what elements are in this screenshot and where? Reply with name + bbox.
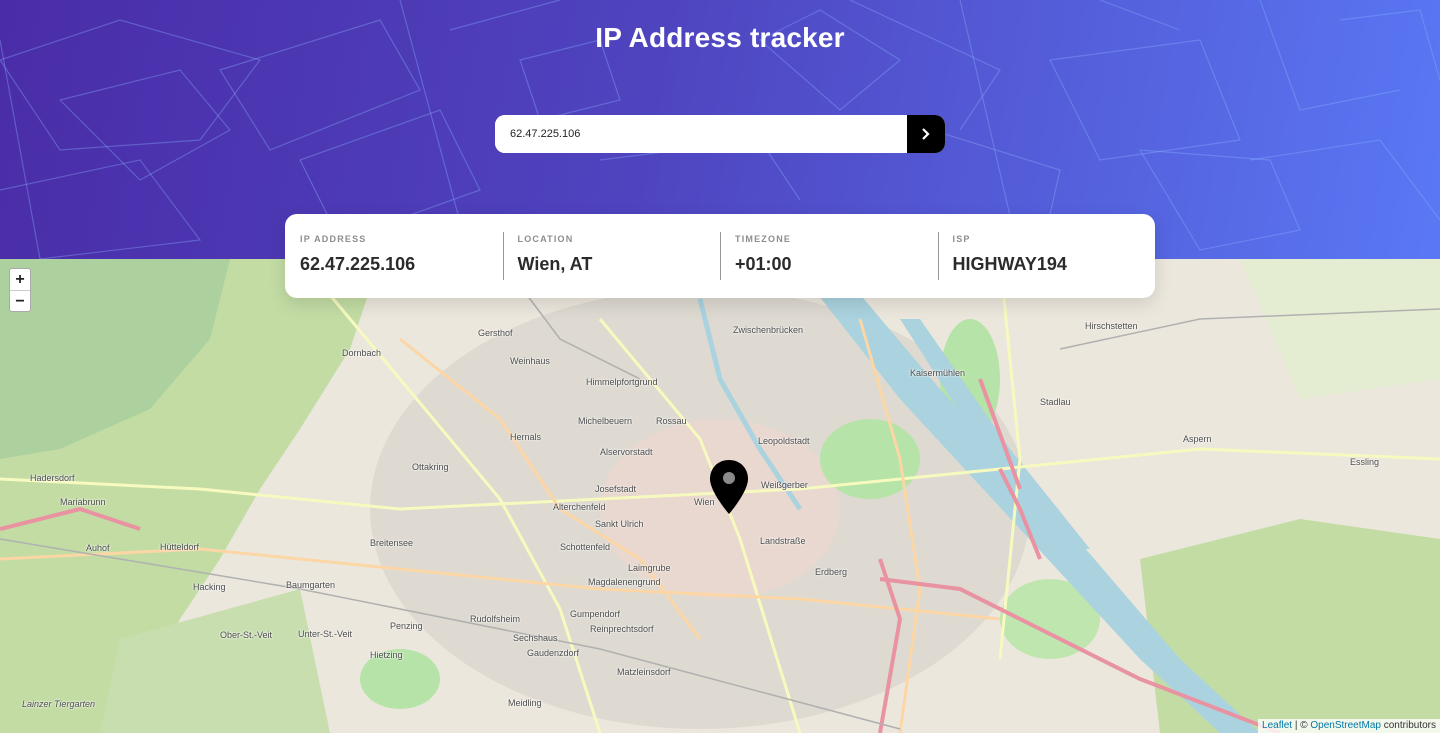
place-label: Dornbach	[342, 348, 382, 358]
place-label: Hietzing	[370, 650, 403, 660]
place-label: Weißgerber	[761, 480, 808, 490]
place-label: Baumgarten	[286, 580, 336, 590]
info-timezone: TIMEZONE +01:00	[720, 214, 938, 298]
openstreetmap-link[interactable]: OpenStreetMap	[1310, 720, 1381, 731]
place-label: Matzleinsdorf	[617, 667, 671, 677]
place-label: Alterchenfeld	[553, 502, 606, 512]
info-label: ISP	[952, 234, 971, 244]
place-label: Ober-St.-Veit	[220, 630, 273, 640]
place-label: Kaisermühlen	[910, 368, 966, 378]
place-label: Michelbeuern	[578, 416, 633, 426]
chevron-right-icon	[922, 128, 930, 140]
place-label: Penzing	[390, 621, 423, 631]
info-location: LOCATION Wien, AT	[502, 214, 721, 298]
place-label: Auhof	[86, 543, 110, 553]
place-label: Aspern	[1183, 434, 1212, 444]
place-label: Essling	[1350, 457, 1380, 467]
place-label: Lainzer Tiergarten	[22, 699, 95, 709]
place-label: Laimgrube	[628, 563, 671, 573]
info-value: Wien, AT	[517, 254, 593, 274]
info-value: +01:00	[735, 254, 792, 274]
ip-search-input[interactable]	[495, 115, 907, 153]
place-label: Sechshaus	[513, 633, 558, 643]
place-label: Mariabrunn	[60, 497, 106, 507]
place-label: Weinhaus	[510, 356, 550, 366]
place-label: Josefstadt	[595, 484, 637, 494]
location-marker-icon[interactable]	[708, 459, 750, 515]
place-label: Rudolfsheim	[470, 614, 521, 624]
search-bar	[495, 115, 945, 153]
place-label: Sankt Ulrich	[595, 519, 644, 529]
place-label: Gersthof	[478, 328, 513, 338]
place-label: Reinprechtsdorf	[590, 624, 654, 634]
place-label: Hacking	[193, 582, 226, 592]
place-label: Landstraße	[760, 536, 806, 546]
place-label: Himmelpfortgrund	[586, 377, 658, 387]
zoom-out-button[interactable]: −	[10, 290, 30, 311]
info-label: TIMEZONE	[735, 234, 792, 244]
place-label: Gaudenzdorf	[527, 648, 580, 658]
place-label: Magdalenengrund	[588, 577, 661, 587]
map-zoom-control: + −	[9, 268, 31, 312]
place-label: Ottakring	[412, 462, 449, 472]
ip-info-card: IP ADDRESS 62.47.225.106 LOCATION Wien, …	[285, 214, 1155, 298]
place-label: Leopoldstadt	[758, 436, 810, 446]
place-label: Hütteldorf	[160, 542, 200, 552]
place-label: Rossau	[656, 416, 687, 426]
place-label: Zwischenbrücken	[733, 325, 804, 335]
page-title: IP Address tracker	[595, 22, 845, 53]
zoom-in-button[interactable]: +	[10, 269, 30, 290]
place-label: Gumpendorf	[570, 609, 621, 619]
place-label: Unter-St.-Veit	[298, 629, 353, 639]
place-label: Breitensee	[370, 538, 414, 548]
place-label: Alservorstadt	[600, 447, 653, 457]
place-label: Hirschstetten	[1085, 321, 1138, 331]
place-label: Erdberg	[815, 567, 848, 577]
info-value: HIGHWAY194	[952, 254, 1067, 274]
attribution-separator: | ©	[1294, 720, 1308, 731]
search-submit-button[interactable]	[907, 115, 945, 153]
place-label: Hadersdorf	[30, 473, 75, 483]
info-ip-address: IP ADDRESS 62.47.225.106	[285, 214, 503, 298]
leaflet-link[interactable]: Leaflet	[1262, 720, 1292, 731]
place-label: Hernals	[510, 432, 542, 442]
place-label: Meidling	[508, 698, 542, 708]
info-value: 62.47.225.106	[300, 254, 416, 274]
info-isp: ISP HIGHWAY194	[937, 214, 1156, 298]
info-label: IP ADDRESS	[300, 234, 367, 244]
place-label: Schottenfeld	[560, 542, 611, 552]
place-label: Stadlau	[1040, 397, 1071, 407]
info-label: LOCATION	[517, 234, 574, 244]
attribution-suffix: contributors	[1383, 720, 1436, 731]
map-attribution: Leaflet | © OpenStreetMap contributors	[1258, 719, 1440, 733]
